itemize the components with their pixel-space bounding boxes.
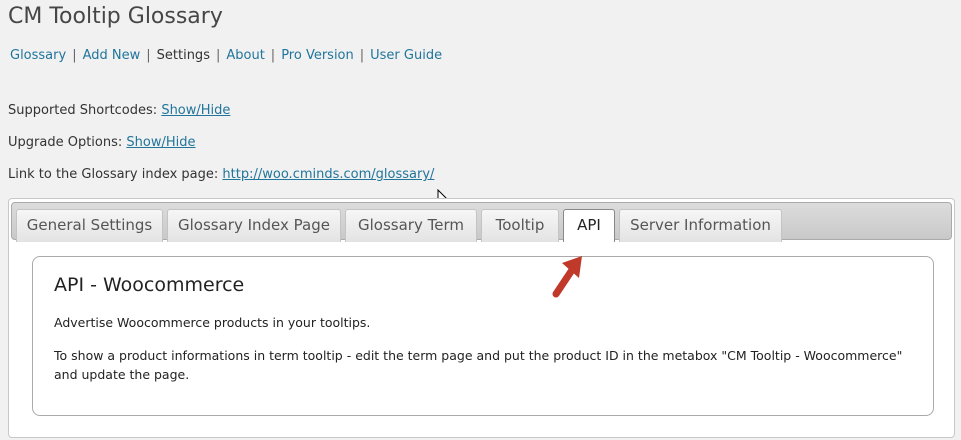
tab-server-information[interactable]: Server Information	[619, 209, 782, 242]
subnav-separator: |	[359, 48, 365, 63]
description-text: Advertise Woocommerce products in your t…	[54, 315, 371, 330]
tab-general-settings[interactable]: General Settings	[16, 209, 163, 242]
upgrade-options-toggle[interactable]: Show/Hide	[126, 135, 195, 150]
supported-shortcodes-toggle[interactable]: Show/Hide	[161, 103, 230, 118]
subnav-pro-version[interactable]: Pro Version	[281, 48, 354, 63]
subnav-separator: |	[215, 48, 221, 63]
tab-bar: General Settings Glossary Index Page Glo…	[11, 202, 952, 242]
upgrade-options-row: Upgrade Options: Show/Hide	[8, 135, 196, 150]
tab-api[interactable]: API	[563, 209, 615, 242]
subnav-user-guide[interactable]: User Guide	[370, 48, 442, 63]
section-heading: API - Woocommerce	[54, 274, 245, 296]
settings-subnav: Glossary | Add New | Settings | About | Pro Vers…	[10, 48, 442, 63]
upgrade-options-label: Upgrade Options:	[8, 135, 123, 150]
glossary-index-link[interactable]: http://woo.cminds.com/glossary/	[222, 167, 434, 182]
annotation-arrow-icon	[552, 256, 582, 298]
subnav-separator: |	[72, 48, 77, 63]
subnav-about[interactable]: About	[226, 48, 264, 63]
subnav-settings[interactable]: Settings	[157, 48, 210, 63]
tab-tooltip[interactable]: Tooltip	[481, 209, 559, 242]
subnav-separator: |	[270, 48, 276, 63]
supported-shortcodes-row: Supported Shortcodes: Show/Hide	[8, 103, 230, 118]
instructions-text: To show a product informations in term t…	[54, 348, 903, 382]
settings-panel: General Settings Glossary Index Page Glo…	[8, 198, 955, 438]
subnav-glossary[interactable]: Glossary	[10, 48, 66, 63]
tab-glossary-term[interactable]: Glossary Term	[345, 209, 477, 242]
api-content-box: API - Woocommerce Advertise Woocommerce …	[32, 256, 934, 416]
glossary-index-row: Link to the Glossary index page: http://…	[8, 167, 434, 182]
supported-shortcodes-label: Supported Shortcodes:	[8, 103, 158, 118]
subnav-add-new[interactable]: Add New	[83, 48, 141, 63]
subnav-separator: |	[146, 48, 151, 63]
tab-glossary-index-page[interactable]: Glossary Index Page	[167, 209, 341, 242]
page-title: CM Tooltip Glossary	[8, 4, 223, 29]
glossary-index-label: Link to the Glossary index page:	[8, 167, 219, 182]
